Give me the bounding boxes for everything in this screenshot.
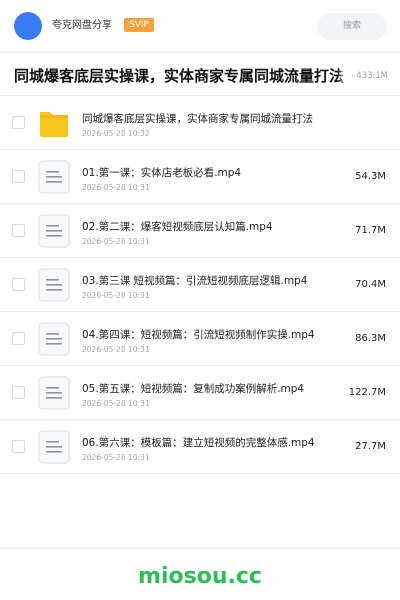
svip-badge: SVIP [124,18,154,32]
file-date: 2026-05-28 10:31 [82,345,150,354]
select-checkbox[interactable] [12,278,25,291]
list-item[interactable]: 06.第六课：模板篇：建立短视频的完整体感.mp4 2026-05-28 10:… [0,420,400,474]
file-date: 2026-05-28 10:31 [82,453,150,462]
file-list: 同城爆客底层实操课，实体商家专属同城流量打法 2026-05-28 10:32 … [0,96,400,474]
file-date: 2026-05-28 10:31 [82,399,150,408]
document-icon [38,376,70,410]
list-item[interactable]: 05.第五课：短视频篇：复制成功案例解析.mp4 2026-05-28 10:3… [0,366,400,420]
file-name: 04.第四课：短视频篇：引流短视频制作实操.mp4 [82,329,315,341]
list-item[interactable]: 01.第一课：实体店老板必看.mp4 2026-05-28 10:31 54.3… [0,150,400,204]
file-date: 2026-05-28 10:31 [82,183,150,192]
document-icon [38,214,70,248]
document-icon [38,268,70,302]
file-name: 同城爆客底层实操课，实体商家专属同城流量打法 [82,113,313,125]
file-size: 70.4M [355,279,386,290]
share-total-size: · 433.1M [336,70,388,82]
select-checkbox[interactable] [12,224,25,237]
list-item[interactable]: 02.第二课：爆客短视频底层认知篇.mp4 2026-05-28 10:31 7… [0,204,400,258]
username: 夸克网盘分享 [52,20,112,31]
list-item[interactable]: 03.第三课 短视频篇：引流短视频底层逻辑.mp4 2026-05-28 10:… [0,258,400,312]
file-size: 71.7M [355,225,386,236]
search-input[interactable]: 搜索 [317,13,387,40]
select-checkbox[interactable] [12,116,25,129]
folder-icon [40,112,68,137]
file-date: 2026-05-28 10:31 [82,291,150,300]
select-checkbox[interactable] [12,170,25,183]
site-watermark: miosou.cc [138,564,262,589]
list-item[interactable]: 04.第四课：短视频篇：引流短视频制作实操.mp4 2026-05-28 10:… [0,312,400,366]
share-title-bar: 同城爆客底层实操课，实体商家专属同城流量打法 · 433.1M [0,52,400,96]
file-date: 2026-05-28 10:32 [82,129,150,138]
file-name: 03.第三课 短视频篇：引流短视频底层逻辑.mp4 [82,275,308,287]
select-checkbox[interactable] [12,332,25,345]
app-header: 夸克网盘分享 SVIP 搜索 [0,0,400,52]
file-size: 27.7M [355,441,386,452]
file-size: 122.7M [348,387,386,398]
file-size: 86.3M [355,333,386,344]
document-icon [38,322,70,356]
file-name: 05.第五课：短视频篇：复制成功案例解析.mp4 [82,383,305,395]
document-icon [38,430,70,464]
select-checkbox[interactable] [12,440,25,453]
file-name: 06.第六课：模板篇：建立短视频的完整体感.mp4 [82,437,315,449]
document-icon [38,160,70,194]
page-title: 同城爆客底层实操课，实体商家专属同城流量打法 [14,67,345,85]
avatar[interactable] [14,12,42,40]
select-checkbox[interactable] [12,386,25,399]
file-date: 2026-05-28 10:31 [82,237,150,246]
file-name: 01.第一课：实体店老板必看.mp4 [82,167,242,179]
file-size: 54.3M [355,171,386,182]
list-item[interactable]: 同城爆客底层实操课，实体商家专属同城流量打法 2026-05-28 10:32 [0,96,400,150]
footer: miosou.cc [0,548,400,600]
file-name: 02.第二课：爆客短视频底层认知篇.mp4 [82,221,273,233]
